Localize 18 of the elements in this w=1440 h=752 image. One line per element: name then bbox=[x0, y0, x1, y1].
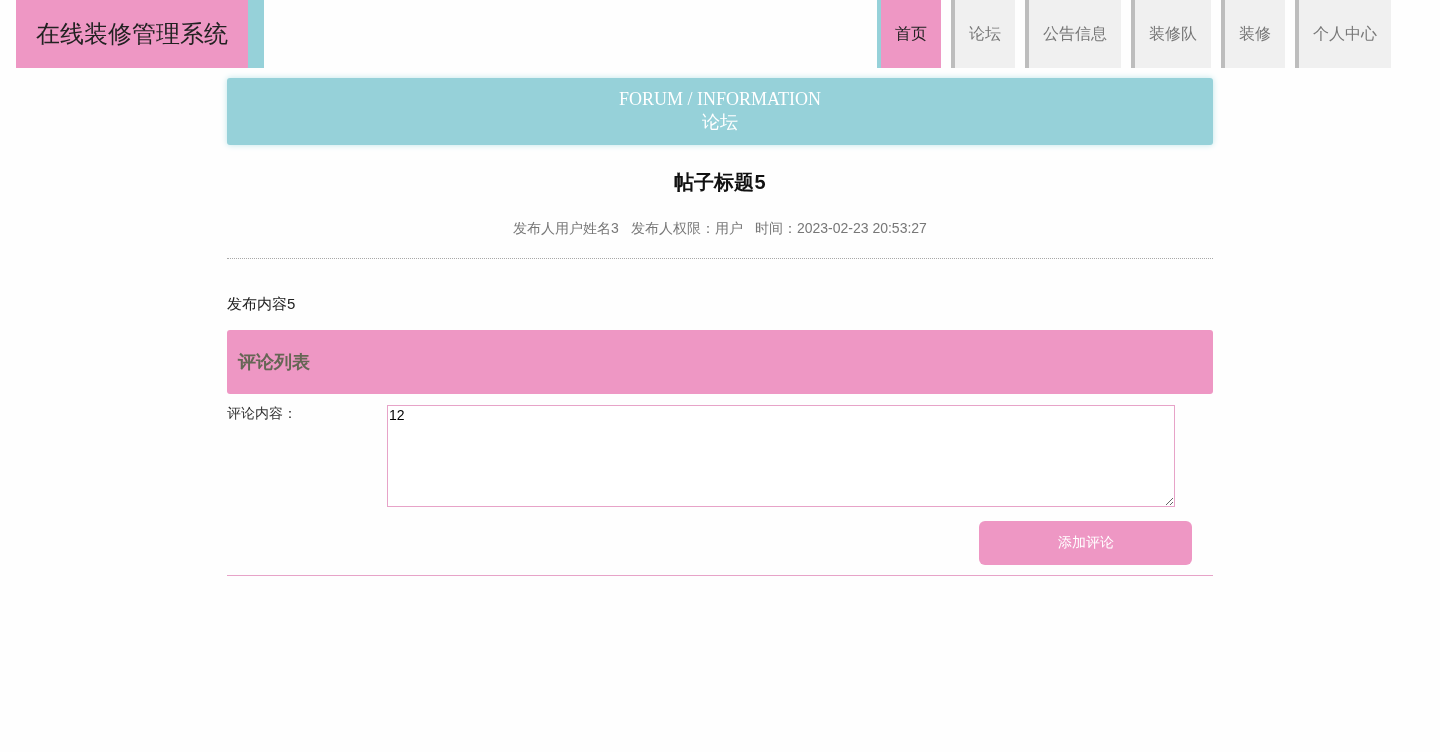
post-meta: 时间：2023-02-23 20:53:27 bbox=[754, 220, 927, 238]
comment-field[interactable]: 12 bbox=[387, 405, 1175, 507]
post-meta: 发布人用户姓名3 bbox=[513, 220, 619, 238]
nav-tab[interactable]: 首页 bbox=[877, 0, 941, 68]
banner-title-english: FORUM / INFORMATION bbox=[619, 89, 821, 110]
nav-tab[interactable]: 装修 bbox=[1221, 0, 1285, 68]
post-title: 帖子标题5 bbox=[673, 170, 767, 195]
nav-tab[interactable]: 公告信息 bbox=[1025, 0, 1121, 68]
nav-tab[interactable]: 论坛 bbox=[951, 0, 1015, 68]
banner-title: 论坛 bbox=[702, 111, 738, 134]
nav-tab[interactable]: 个人中心 bbox=[1295, 0, 1391, 68]
field-label: 评论内容： bbox=[227, 405, 298, 423]
add-comment-button[interactable]: 添加评论 bbox=[979, 521, 1192, 565]
post-content: 发布内容5 bbox=[227, 295, 297, 314]
post-meta: 发布人权限：用户 bbox=[630, 220, 743, 238]
nav-tab[interactable]: 装修队 bbox=[1131, 0, 1211, 68]
comments-heading: 评论列表 bbox=[238, 351, 310, 374]
site-title: 在线装修管理系统 bbox=[16, 0, 264, 68]
